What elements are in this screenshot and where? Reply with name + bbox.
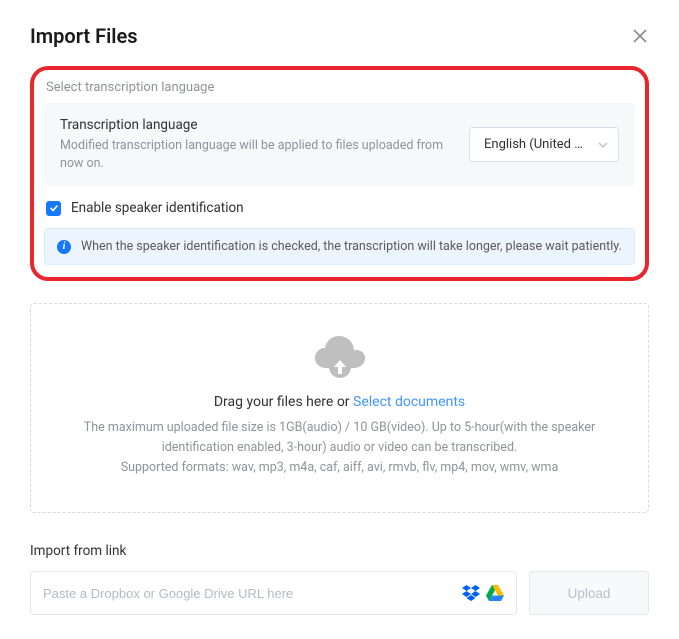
speaker-identification-checkbox[interactable] xyxy=(46,201,61,216)
modal-header: Import Files xyxy=(30,24,649,48)
import-from-link-label: Import from link xyxy=(30,543,649,559)
dropzone-heading: Drag your files here or Select documents xyxy=(51,394,628,410)
info-banner: i When the speaker identification is che… xyxy=(44,228,635,265)
url-input-wrap xyxy=(30,571,517,615)
speaker-identification-label: Enable speaker identification xyxy=(71,200,244,216)
language-subtitle: Modified transcription language will be … xyxy=(60,137,453,172)
cloud-upload-icon xyxy=(51,334,628,378)
modal-title: Import Files xyxy=(30,24,138,48)
transcription-language-panel: Transcription language Modified transcri… xyxy=(44,103,635,186)
close-button[interactable] xyxy=(631,27,649,45)
dropzone-formats-info: Supported formats: wav, mp3, m4a, caf, a… xyxy=(51,458,628,478)
url-input[interactable] xyxy=(43,586,462,601)
import-link-row: Upload xyxy=(30,571,649,615)
import-files-modal: Import Files Select transcription langua… xyxy=(0,0,679,639)
dropbox-icon xyxy=(462,585,480,601)
check-icon xyxy=(49,203,59,213)
info-icon: i xyxy=(57,240,71,254)
language-select[interactable]: English (United S... xyxy=(469,127,619,162)
close-icon xyxy=(633,29,647,43)
section-label: Select transcription language xyxy=(46,80,635,95)
language-title: Transcription language xyxy=(60,117,453,133)
upload-button[interactable]: Upload xyxy=(529,571,649,615)
google-drive-icon xyxy=(486,585,504,601)
select-documents-link[interactable]: Select documents xyxy=(353,394,465,410)
language-select-value: English (United S... xyxy=(469,127,619,162)
language-settings-highlight: Select transcription language Transcript… xyxy=(30,66,649,281)
info-text: When the speaker identification is check… xyxy=(81,239,622,254)
file-dropzone[interactable]: Drag your files here or Select documents… xyxy=(30,303,649,513)
dropzone-heading-prefix: Drag your files here or xyxy=(214,394,353,410)
dropzone-filesize-info: The maximum uploaded file size is 1GB(au… xyxy=(51,418,628,458)
speaker-identification-row: Enable speaker identification xyxy=(46,200,635,216)
